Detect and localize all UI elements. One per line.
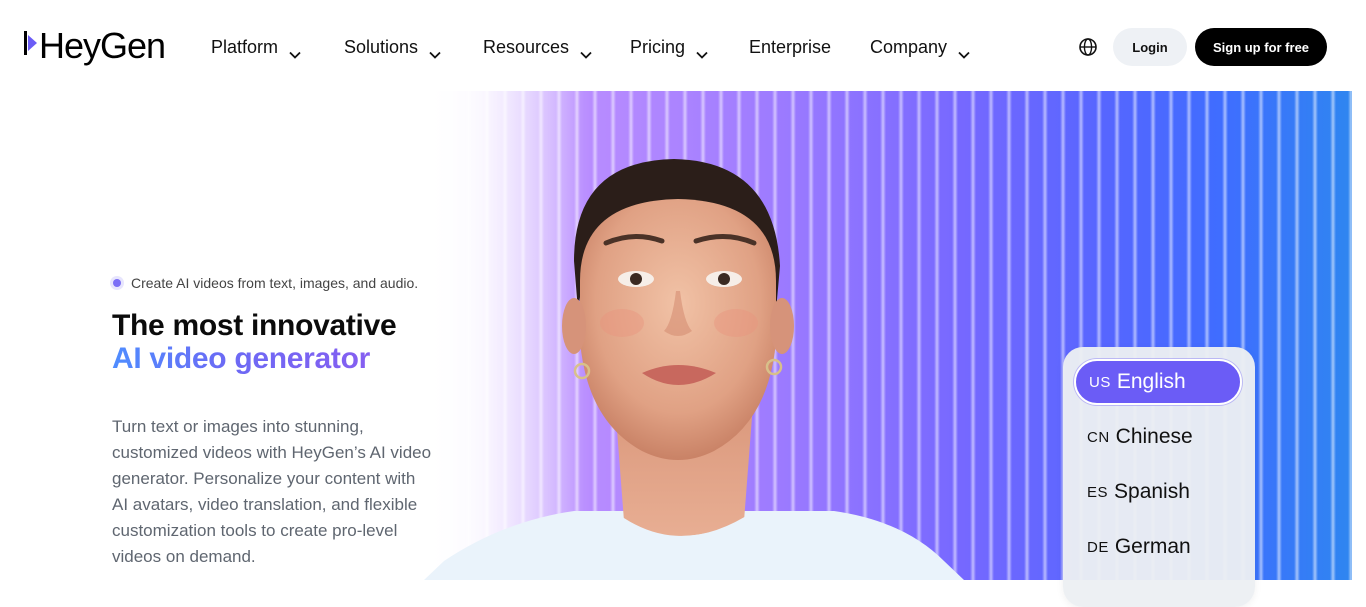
chevron-down-icon: [958, 43, 970, 59]
chevron-down-icon: [429, 43, 441, 59]
hero-description: Turn text or images into stunning, custo…: [112, 417, 432, 566]
signup-button[interactable]: Sign up for free: [1195, 28, 1327, 66]
globe-icon[interactable]: [1077, 36, 1099, 58]
nav-label: Platform: [211, 36, 279, 57]
site-header: HeyGen Platform Solutions Resources Pric…: [0, 0, 1366, 91]
nav-company[interactable]: Company: [870, 28, 970, 66]
nav-resources[interactable]: Resources: [483, 28, 592, 66]
nav-label: Resources: [483, 36, 570, 57]
language-label: Spanish: [1114, 480, 1190, 503]
tagline-text: Create AI videos from text, images, and …: [131, 275, 419, 291]
hero-tagline: Create AI videos from text, images, and …: [113, 274, 418, 292]
language-option-chinese[interactable]: CN Chinese: [1074, 414, 1242, 460]
nav-label: Solutions: [344, 36, 419, 57]
language-label: German: [1114, 535, 1191, 558]
headline-line-2: AI video generator: [112, 342, 396, 375]
country-code: ES: [1087, 483, 1109, 501]
status-dot-icon: [113, 279, 121, 287]
nav-label: Pricing: [630, 36, 686, 57]
country-code: DE: [1087, 538, 1109, 556]
logo-wordmark: HeyGen: [39, 25, 166, 66]
hero-headline: The most innovative AI video generator: [112, 309, 397, 375]
country-code: US: [1089, 373, 1111, 391]
nav-enterprise[interactable]: Enterprise: [749, 28, 831, 66]
language-option-spanish[interactable]: ES Spanish: [1074, 469, 1242, 515]
login-button[interactable]: Login: [1113, 28, 1187, 66]
chevron-down-icon: [696, 43, 708, 59]
language-option-english[interactable]: US English: [1074, 359, 1242, 405]
nav-pricing[interactable]: Pricing: [630, 28, 708, 66]
language-selector: US English CN Chinese ES Spanish DE Germ…: [1063, 347, 1255, 607]
nav-label: Company: [870, 36, 948, 57]
chevron-down-icon: [289, 43, 301, 59]
chevron-down-icon: [580, 43, 592, 59]
language-label: Chinese: [1115, 425, 1193, 448]
language-option-german[interactable]: DE German: [1074, 524, 1242, 570]
nav-solutions[interactable]: Solutions: [344, 28, 441, 66]
country-code: CN: [1087, 428, 1110, 446]
play-logo-icon: [24, 26, 38, 66]
heygen-logo[interactable]: HeyGen: [24, 25, 166, 66]
nav-label: Enterprise: [749, 36, 832, 57]
page-scrollbar[interactable]: [1352, 0, 1366, 580]
nav-platform[interactable]: Platform: [211, 28, 301, 66]
language-label: English: [1116, 370, 1186, 393]
headline-line-1: The most innovative: [112, 309, 397, 342]
